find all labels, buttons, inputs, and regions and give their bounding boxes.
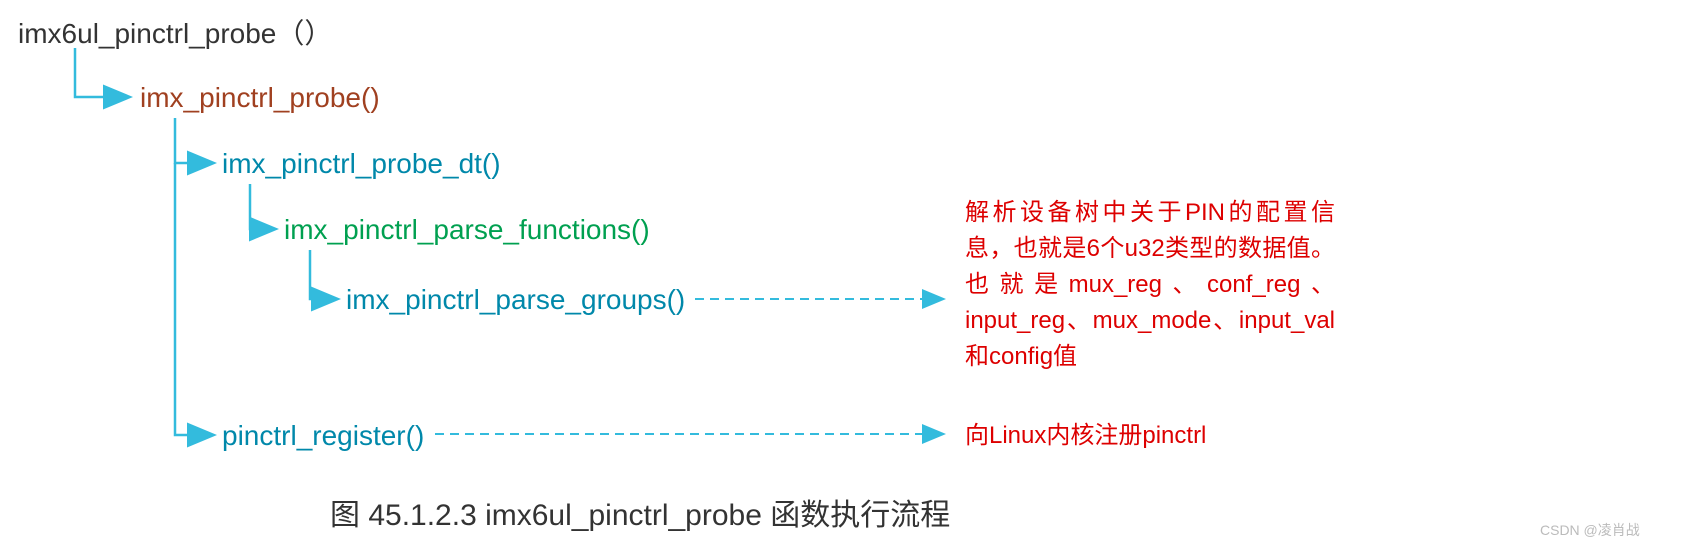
tree-connectors [0,0,1693,549]
